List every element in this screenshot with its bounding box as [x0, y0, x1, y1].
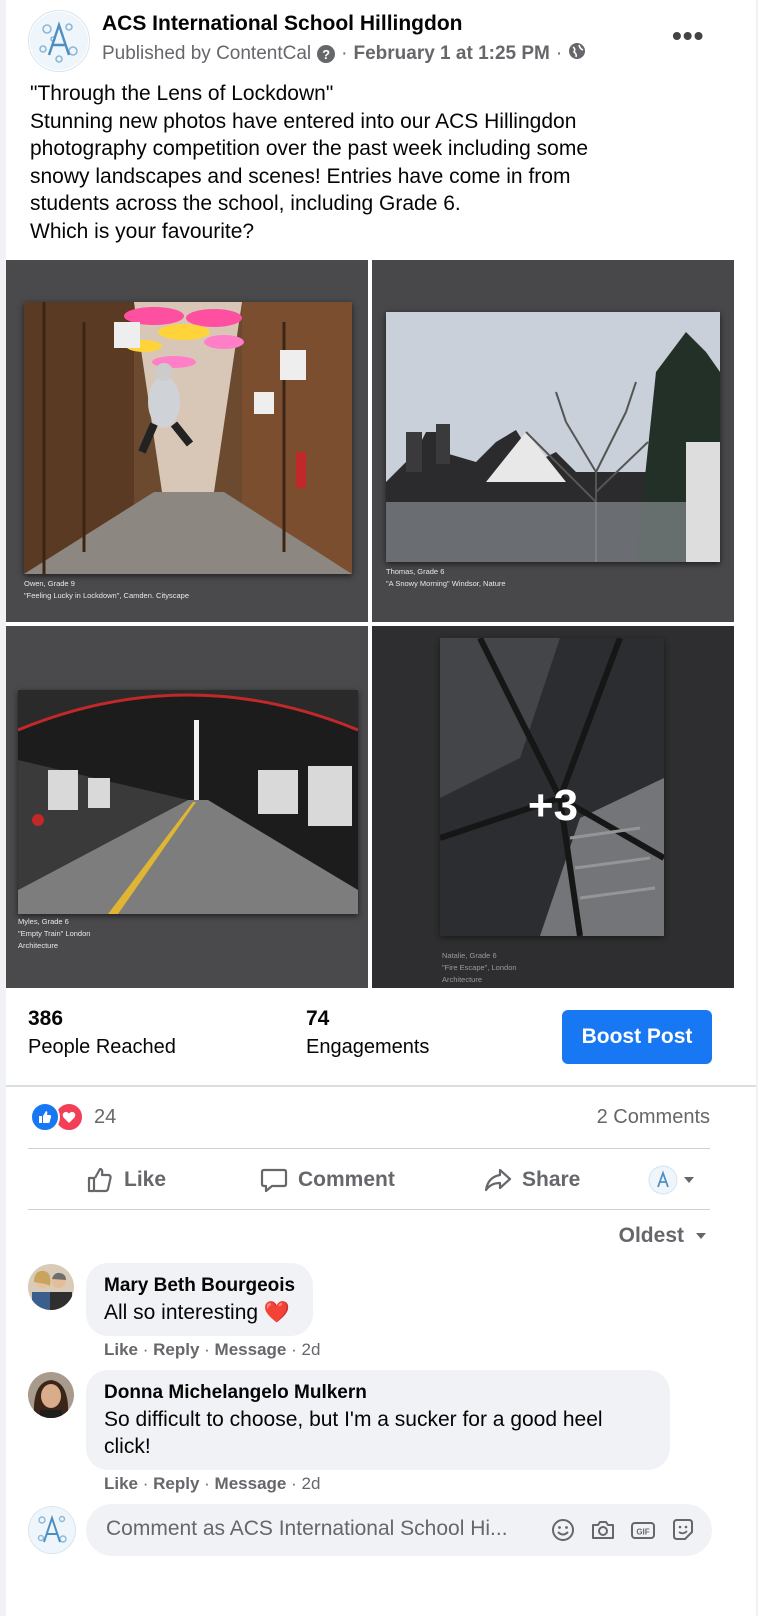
- divider: [28, 1209, 710, 1210]
- photo-tile-4-more[interactable]: +3 Natalie, Grade 6 "Fire Escape", Londo…: [372, 626, 734, 988]
- comment-actions: Like · Reply · Message · 2d: [104, 1474, 321, 1493]
- comment-composer[interactable]: GIF: [86, 1504, 712, 1556]
- share-icon: [484, 1168, 512, 1192]
- commenter-avatar[interactable]: [28, 1372, 74, 1418]
- page-avatar[interactable]: [28, 10, 90, 72]
- caption-line: Architecture: [442, 975, 483, 984]
- photo-tile-3[interactable]: Myles, Grade 6 "Empty Train" London Arch…: [6, 626, 368, 988]
- comment-input[interactable]: [104, 1516, 548, 1542]
- comment-text: All so interesting ❤️: [104, 1299, 295, 1326]
- comment-label: Comment: [298, 1168, 395, 1191]
- divider: [28, 1148, 710, 1149]
- photo-tile-2[interactable]: Thomas, Grade 6 "A Snowy Morning" Windso…: [372, 260, 734, 622]
- meta-separator: ·: [341, 43, 348, 64]
- reaction-count: 24: [94, 1105, 117, 1128]
- caret-down-icon: [684, 1177, 694, 1183]
- comment-button[interactable]: Comment: [260, 1160, 395, 1200]
- post-text-line: Which is your favourite?: [30, 219, 255, 243]
- gif-icon[interactable]: GIF: [630, 1517, 656, 1543]
- caption-line: Thomas, Grade 6: [386, 567, 445, 576]
- commenter-name[interactable]: Mary Beth Bourgeois: [104, 1273, 295, 1299]
- comment-like-link[interactable]: Like: [104, 1474, 138, 1493]
- sticker-icon[interactable]: [670, 1517, 696, 1543]
- caption-line: Myles, Grade 6: [18, 917, 69, 926]
- caption-line: Natalie, Grade 6: [442, 951, 497, 960]
- post-text: "Through the Lens of Lockdown" Stunning …: [30, 80, 730, 245]
- comment-icon: [260, 1168, 288, 1193]
- caption-line: Architecture: [18, 941, 59, 950]
- more-photos-count[interactable]: +3: [372, 781, 734, 831]
- photo-caption-1: Owen, Grade 9 "Feeling Lucky in Lockdown…: [24, 578, 189, 602]
- photo-umbrella-alley: [24, 302, 352, 574]
- commenter-avatar[interactable]: [28, 1264, 74, 1310]
- page-avatar-small-icon: [648, 1165, 678, 1195]
- like-button[interactable]: Like: [86, 1160, 166, 1200]
- comment-age[interactable]: 2d: [301, 1340, 320, 1359]
- caption-line: "A Snowy Morning" Windsor, Nature: [386, 579, 506, 588]
- caption-line: "Feeling Lucky in Lockdown", Camden. Cit…: [24, 591, 189, 600]
- post-text-line: photography competition over the past we…: [30, 137, 588, 160]
- comment-bubble: Donna Michelangelo Mulkern So difficult …: [86, 1370, 670, 1470]
- post-text-line: Stunning new photos have entered into ou…: [30, 109, 577, 133]
- more-options-icon[interactable]: •••: [672, 20, 704, 52]
- caret-down-icon: [696, 1233, 706, 1239]
- like-reaction-icon: [30, 1102, 60, 1132]
- comment-age[interactable]: 2d: [301, 1474, 320, 1493]
- camera-icon[interactable]: [590, 1517, 616, 1543]
- comment-reply-link[interactable]: Reply: [153, 1340, 199, 1359]
- caption-line: "Fire Escape", London: [442, 963, 517, 972]
- comment-actions: Like · Reply · Message · 2d: [104, 1340, 321, 1359]
- caption-line: "Empty Train" London: [18, 929, 91, 938]
- comment-message-link[interactable]: Message: [215, 1340, 287, 1359]
- engagements-count: 74: [306, 1007, 330, 1030]
- share-label: Share: [522, 1168, 581, 1191]
- post-date[interactable]: February 1 at 1:25 PM: [353, 43, 549, 65]
- comment-text: So difficult to choose, but I'm a sucker…: [104, 1408, 603, 1458]
- comment-like-link[interactable]: Like: [104, 1340, 138, 1359]
- post-text-line: students across the school, including Gr…: [30, 192, 461, 215]
- post-as-selector[interactable]: [648, 1160, 696, 1200]
- globe-icon[interactable]: [568, 42, 586, 66]
- caption-line: Owen, Grade 9: [24, 579, 75, 588]
- photo-empty-train: [18, 690, 358, 914]
- composer-page-avatar[interactable]: [28, 1506, 76, 1554]
- meta-separator-2: ·: [555, 43, 563, 64]
- comment-message-link[interactable]: Message: [215, 1474, 287, 1493]
- photo-tile-1[interactable]: Owen, Grade 9 "Feeling Lucky in Lockdown…: [6, 260, 368, 622]
- commenter-name[interactable]: Donna Michelangelo Mulkern: [104, 1380, 652, 1406]
- comment-reply-link[interactable]: Reply: [153, 1474, 199, 1493]
- page-name[interactable]: ACS International School Hillingdon: [102, 12, 463, 36]
- photo-snowy-morning: [386, 312, 720, 562]
- comment-bubble: Mary Beth Bourgeois All so interesting ❤…: [86, 1263, 314, 1336]
- comment-body: All so interesting: [104, 1301, 259, 1324]
- comments-count-link[interactable]: 2 Comments: [597, 1106, 710, 1129]
- people-reached-label: People Reached: [28, 1036, 176, 1058]
- photo-caption-2: Thomas, Grade 6 "A Snowy Morning" Windso…: [386, 566, 506, 590]
- post-text-line: "Through the Lens of Lockdown": [30, 82, 334, 105]
- photo-grid: Owen, Grade 9 "Feeling Lucky in Lockdown…: [6, 260, 756, 988]
- heart-emoji-icon: ❤️: [263, 1301, 291, 1324]
- svg-text:GIF: GIF: [636, 1528, 649, 1537]
- comment-sort-dropdown[interactable]: Oldest: [619, 1224, 708, 1248]
- engagements-label: Engagements: [306, 1036, 430, 1058]
- sort-label: Oldest: [618, 1224, 684, 1247]
- help-icon[interactable]: ?: [317, 45, 336, 63]
- boost-post-button[interactable]: Boost Post: [562, 1010, 712, 1064]
- published-by[interactable]: Published by ContentCal: [102, 43, 311, 65]
- photo-caption-4: Natalie, Grade 6 "Fire Escape", London A…: [442, 950, 517, 986]
- thumbs-up-icon: [87, 1167, 112, 1193]
- divider: [6, 1085, 756, 1087]
- like-label: Like: [124, 1168, 167, 1191]
- post-text-line: snowy landscapes and scenes! Entries hav…: [30, 164, 571, 188]
- people-reached-count: 386: [28, 1007, 64, 1030]
- post-card: ACS International School Hillingdon Publ…: [6, 0, 756, 1616]
- photo-caption-3: Myles, Grade 6 "Empty Train" London Arch…: [18, 916, 90, 952]
- share-button[interactable]: Share: [484, 1160, 580, 1200]
- reactions-summary[interactable]: 24: [30, 1102, 116, 1132]
- emoji-icon[interactable]: [550, 1517, 576, 1543]
- post-meta: Published by ContentCal ? · February 1 a…: [102, 42, 586, 66]
